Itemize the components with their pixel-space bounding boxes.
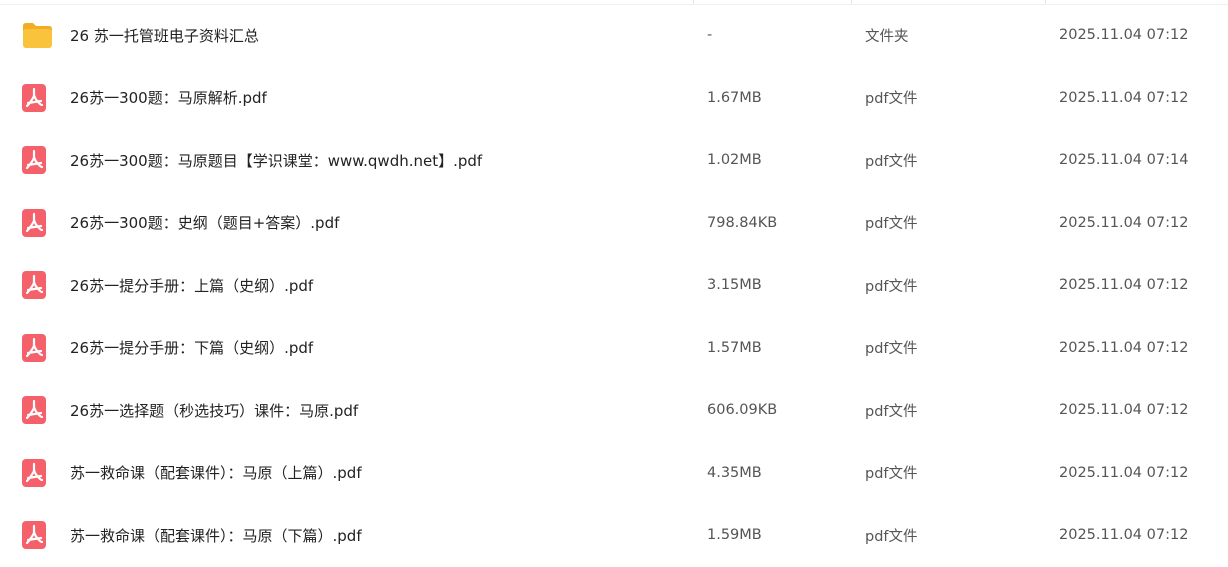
file-name[interactable]: 26苏一300题：史纲（题目+答案）.pdf bbox=[70, 192, 339, 255]
pdf-icon bbox=[22, 192, 56, 255]
file-type: pdf文件 bbox=[865, 528, 918, 545]
folder-icon bbox=[22, 4, 56, 67]
file-size: 4.35MB bbox=[707, 464, 762, 481]
file-date: 2025.11.04 07:12 bbox=[1059, 89, 1189, 106]
file-row[interactable]: 26苏一提分手册：下篇（史纲）.pdf 1.57MB pdf文件 2025.11… bbox=[0, 317, 1228, 380]
file-row[interactable]: 26苏一300题：史纲（题目+答案）.pdf 798.84KB pdf文件 20… bbox=[0, 192, 1228, 255]
file-size: 1.59MB bbox=[707, 527, 762, 544]
file-name[interactable]: 26苏一300题：马原解析.pdf bbox=[70, 67, 267, 130]
file-row[interactable]: 26苏一选择题（秒选技巧）课件：马原.pdf 606.09KB pdf文件 20… bbox=[0, 379, 1228, 442]
file-name[interactable]: 26苏一提分手册：下篇（史纲）.pdf bbox=[70, 317, 313, 380]
file-date: 2025.11.04 07:14 bbox=[1059, 152, 1189, 169]
file-name[interactable]: 苏一救命课（配套课件）：马原（下篇）.pdf bbox=[70, 504, 362, 567]
file-row[interactable]: 26苏一300题：马原解析.pdf 1.67MB pdf文件 2025.11.0… bbox=[0, 67, 1228, 130]
file-size: 1.57MB bbox=[707, 339, 762, 356]
file-type: pdf文件 bbox=[865, 341, 918, 358]
file-size: 798.84KB bbox=[707, 214, 778, 231]
file-type: pdf文件 bbox=[865, 403, 918, 420]
file-date: 2025.11.04 07:12 bbox=[1059, 339, 1189, 356]
file-row[interactable]: 苏一救命课（配套课件）：马原（下篇）.pdf 1.59MB pdf文件 2025… bbox=[0, 504, 1228, 567]
pdf-icon bbox=[22, 504, 56, 567]
pdf-icon bbox=[22, 317, 56, 380]
file-name[interactable]: 苏一救命课（配套课件）：马原（上篇）.pdf bbox=[70, 442, 362, 505]
file-row[interactable]: 26苏一300题：马原题目【学识课堂：www.qwdh.net】.pdf 1.0… bbox=[0, 129, 1228, 192]
file-date: 2025.11.04 07:12 bbox=[1059, 27, 1189, 44]
file-date: 2025.11.04 07:12 bbox=[1059, 464, 1189, 481]
file-row[interactable]: 苏一救命课（配套课件）：马原（上篇）.pdf 4.35MB pdf文件 2025… bbox=[0, 442, 1228, 505]
file-date: 2025.11.04 07:12 bbox=[1059, 402, 1189, 419]
file-name[interactable]: 26苏一300题：马原题目【学识课堂：www.qwdh.net】.pdf bbox=[70, 129, 482, 192]
file-type: pdf文件 bbox=[865, 466, 918, 483]
file-row[interactable]: 26 苏一托管班电子资料汇总 - 文件夹 2025.11.04 07:12 bbox=[0, 4, 1228, 67]
file-size: 3.15MB bbox=[707, 277, 762, 294]
file-type: pdf文件 bbox=[865, 278, 918, 295]
file-size: 1.67MB bbox=[707, 89, 762, 106]
file-type: pdf文件 bbox=[865, 91, 918, 108]
file-size: 606.09KB bbox=[707, 402, 778, 419]
file-name[interactable]: 26 苏一托管班电子资料汇总 bbox=[70, 4, 259, 67]
file-type: 文件夹 bbox=[865, 28, 909, 45]
pdf-icon bbox=[22, 129, 56, 192]
pdf-icon bbox=[22, 254, 56, 317]
file-name[interactable]: 26苏一选择题（秒选技巧）课件：马原.pdf bbox=[70, 379, 358, 442]
file-date: 2025.11.04 07:12 bbox=[1059, 527, 1189, 544]
file-date: 2025.11.04 07:12 bbox=[1059, 277, 1189, 294]
file-type: pdf文件 bbox=[865, 153, 918, 170]
pdf-icon bbox=[22, 379, 56, 442]
file-size: 1.02MB bbox=[707, 152, 762, 169]
file-size: - bbox=[707, 27, 713, 44]
file-date: 2025.11.04 07:12 bbox=[1059, 214, 1189, 231]
file-list: 26 苏一托管班电子资料汇总 - 文件夹 2025.11.04 07:12 26… bbox=[0, 4, 1228, 567]
pdf-icon bbox=[22, 67, 56, 130]
pdf-icon bbox=[22, 442, 56, 505]
file-type: pdf文件 bbox=[865, 216, 918, 233]
file-name[interactable]: 26苏一提分手册：上篇（史纲）.pdf bbox=[70, 254, 313, 317]
file-row[interactable]: 26苏一提分手册：上篇（史纲）.pdf 3.15MB pdf文件 2025.11… bbox=[0, 254, 1228, 317]
